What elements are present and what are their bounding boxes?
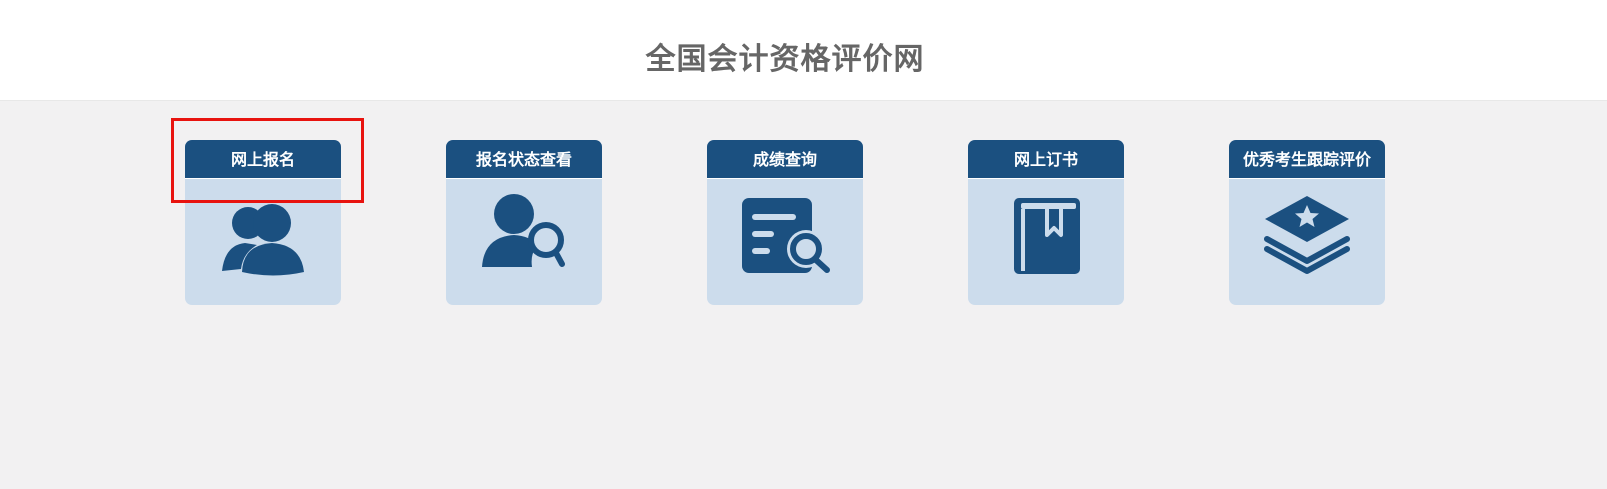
book-icon bbox=[968, 179, 1124, 305]
document-search-icon bbox=[707, 179, 863, 305]
site-header: 全国会计资格评价网 bbox=[0, 0, 1607, 101]
user-search-icon bbox=[446, 179, 602, 305]
card-title: 网上订书 bbox=[968, 140, 1124, 179]
card-registration-status[interactable]: 报名状态查看 bbox=[446, 140, 602, 305]
card-title: 报名状态查看 bbox=[446, 140, 602, 179]
card-title: 成绩查询 bbox=[707, 140, 863, 179]
card-excellent-candidate-evaluation[interactable]: 优秀考生跟踪评价 bbox=[1229, 140, 1385, 305]
site-title: 全国会计资格评价网 bbox=[645, 42, 925, 77]
card-book-order[interactable]: 网上订书 bbox=[968, 140, 1124, 305]
card-online-registration[interactable]: 网上报名 bbox=[185, 140, 341, 305]
card-title: 优秀考生跟踪评价 bbox=[1229, 140, 1385, 179]
users-icon bbox=[185, 179, 341, 305]
card-title: 网上报名 bbox=[185, 140, 341, 179]
card-score-query[interactable]: 成绩查询 bbox=[707, 140, 863, 305]
layers-star-icon bbox=[1229, 179, 1385, 305]
